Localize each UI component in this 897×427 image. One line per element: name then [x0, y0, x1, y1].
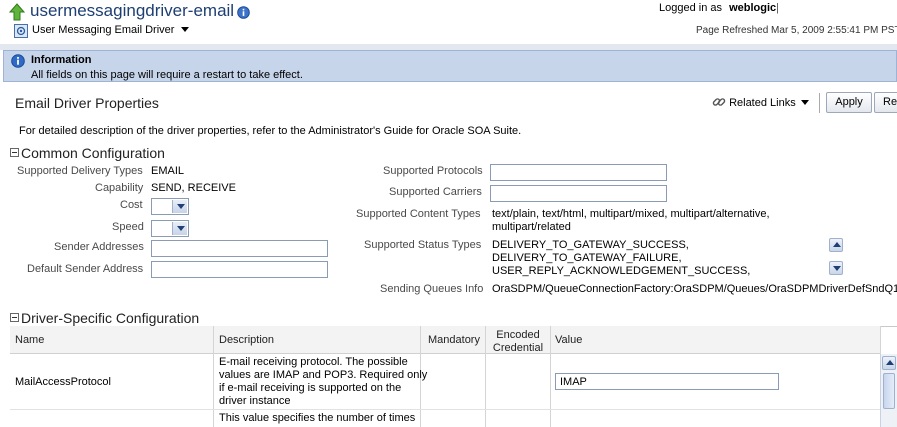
chevron-down-icon[interactable] — [172, 222, 187, 235]
status-types-scroll-up-icon[interactable] — [829, 238, 843, 252]
header-bar: usermessagingdriver-email User Messaging… — [0, 0, 897, 44]
information-icon — [11, 54, 25, 68]
cost-label: Cost — [120, 199, 143, 211]
row-description-line: if e-mail receiving is supported on the — [219, 382, 402, 394]
mail-access-protocol-input[interactable] — [555, 373, 779, 390]
sending-queues-info-label: Sending Queues Info — [380, 283, 484, 295]
toolbar-separator — [819, 93, 820, 113]
supported-content-types-label: Supported Content Types — [356, 208, 481, 220]
chevron-down-icon[interactable] — [180, 27, 189, 32]
speed-label: Speed — [112, 221, 144, 233]
page-heading: usermessagingdriver-email — [30, 1, 235, 20]
row-description-line: values are IMAP and POP3. Required only — [219, 369, 428, 381]
column-header-value[interactable]: Value — [555, 326, 582, 354]
apply-button[interactable]: Apply — [826, 92, 872, 113]
up-arrow-icon[interactable] — [9, 3, 25, 21]
collapse-icon[interactable] — [10, 148, 19, 157]
supported-content-types-line2: multipart/related — [492, 221, 571, 233]
target-menu[interactable]: User Messaging Email Driver — [32, 24, 189, 36]
speed-select[interactable] — [151, 220, 189, 237]
collapse-icon[interactable] — [10, 313, 19, 322]
info-icon[interactable] — [237, 6, 250, 19]
common-config-title: Common Configuration — [21, 145, 165, 161]
scroll-up-icon[interactable] — [882, 356, 896, 370]
page-description: For detailed description of the driver p… — [19, 125, 522, 137]
info-title: Information — [31, 54, 92, 66]
supported-delivery-types-value: EMAIL — [151, 165, 185, 177]
row-description-line: This value specifies the number of times — [219, 412, 416, 424]
column-header-mandatory[interactable]: Mandatory — [428, 326, 480, 354]
sender-addresses-input[interactable] — [151, 240, 328, 257]
row-description: E-mail receiving protocol. The possible … — [219, 356, 427, 408]
driver-specific-config-header[interactable]: Driver-Specific Configuration — [10, 310, 199, 326]
supported-protocols-label: Supported Protocols — [383, 165, 483, 177]
capability-value: SEND, RECEIVE — [151, 182, 236, 194]
column-header-encoded-credential[interactable]: Encoded Credential — [486, 329, 550, 355]
column-header-description[interactable]: Description — [219, 326, 274, 354]
status-type-item: DELIVERY_TO_GATEWAY_SUCCESS, — [492, 239, 689, 251]
status-types-scroll-down-icon[interactable] — [829, 261, 843, 275]
capability-label: Capability — [95, 182, 144, 194]
supported-protocols-input[interactable] — [490, 164, 667, 181]
info-message-box: Information All fields on this page will… — [3, 50, 897, 82]
row-description-line: driver instance — [219, 395, 291, 407]
link-chain-icon — [712, 98, 726, 106]
cost-select[interactable] — [151, 198, 189, 215]
status-type-item: USER_REPLY_ACKNOWLEDGEMENT_SUCCESS, — [492, 265, 751, 277]
chevron-down-icon[interactable] — [172, 200, 187, 213]
row-name: MailAccessProtocol — [15, 376, 111, 388]
supported-carriers-label: Supported Carriers — [389, 186, 482, 198]
logged-in-prefix: Logged in as — [659, 2, 722, 14]
supported-content-types-line1: text/plain, text/html, multipart/mixed, … — [492, 208, 770, 220]
default-sender-address-input[interactable] — [151, 261, 328, 278]
table-scrollbar[interactable] — [880, 354, 897, 427]
driver-specific-config-title: Driver-Specific Configuration — [21, 310, 200, 326]
chevron-down-icon[interactable] — [800, 100, 809, 105]
status-type-item: DELIVERY_TO_GATEWAY_FAILURE, — [492, 252, 682, 264]
column-header-encoded-line1: Encoded — [496, 329, 540, 341]
supported-delivery-types-label: Supported Delivery Types — [17, 165, 143, 177]
logged-in-info: Logged in as weblogic| — [659, 2, 779, 14]
common-config-header[interactable]: Common Configuration — [10, 145, 165, 161]
row-description-line: E-mail receiving protocol. The possible — [219, 356, 408, 368]
username[interactable]: weblogic — [729, 2, 776, 14]
supported-carriers-input[interactable] — [490, 185, 667, 202]
column-header-name[interactable]: Name — [15, 326, 44, 354]
related-links-label[interactable]: Related Links — [729, 97, 796, 109]
sending-queues-info-value: OraSDPM/QueueConnectionFactory:OraSDPM/Q… — [492, 283, 897, 295]
revert-button[interactable]: Re — [874, 92, 897, 113]
sender-addresses-label: Sender Addresses — [54, 241, 144, 253]
supported-status-types-label: Supported Status Types — [364, 239, 482, 251]
target-menu-label[interactable]: User Messaging Email Driver — [32, 24, 174, 36]
default-sender-address-label: Default Sender Address — [27, 263, 144, 275]
related-links-menu[interactable]: Related Links — [712, 95, 809, 109]
info-message: All fields on this page will require a r… — [31, 69, 303, 81]
page-title: Email Driver Properties — [15, 95, 159, 111]
page-refreshed: Page Refreshed Mar 5, 2009 2:55:41 PM PS… — [696, 25, 897, 36]
scrollbar-thumb[interactable] — [883, 373, 895, 409]
target-menu-icon[interactable] — [14, 24, 28, 38]
